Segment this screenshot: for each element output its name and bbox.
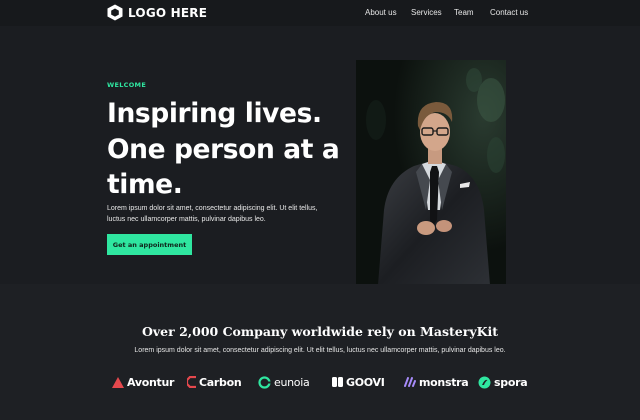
nav-link-team[interactable]: Team — [454, 8, 474, 17]
brand-name: eunoia — [274, 375, 310, 389]
appointment-button[interactable]: Get an appointment — [107, 234, 192, 255]
hero-subtext: Lorem ipsum dolor sit amet, consectetur … — [107, 205, 318, 223]
spora-logo-icon — [478, 376, 491, 388]
hero-portrait-image — [356, 60, 506, 285]
brand-name: spora — [494, 375, 528, 389]
avontur-logo-icon — [112, 376, 124, 388]
nav-link-about[interactable]: About us — [365, 8, 397, 17]
top-navbar: LOGO HERE About us Services Team Contact… — [0, 0, 640, 26]
brand-carbon: Carbon — [187, 372, 242, 392]
brand-name: Carbon — [199, 375, 242, 389]
brand-spora: spora — [478, 372, 528, 392]
portrait-illustration — [356, 60, 506, 285]
brand-eunoia: eunoia — [258, 372, 310, 392]
monstra-logo-icon — [404, 377, 416, 387]
nav-links: About us Services Team Contact us — [0, 8, 640, 20]
brand-name: Avontur — [127, 375, 175, 389]
brand-name: GOOVI — [346, 375, 385, 389]
trust-title: Over 2,000 Company worldwide rely on Mas… — [142, 324, 498, 339]
hero-headline: Inspiring lives. One person at a time. — [107, 98, 340, 200]
trust-subtext: Lorem ipsum dolor sit amet, consectetur … — [134, 347, 506, 354]
eunoia-logo-icon — [258, 375, 271, 389]
carbon-logo-icon — [187, 376, 196, 388]
brand-monstra: monstra — [404, 372, 469, 392]
brand-goovi: GOOVI — [332, 372, 385, 392]
nav-link-contact[interactable]: Contact us — [490, 8, 528, 17]
brand-avontur: Avontur — [112, 372, 174, 392]
brand-logos-row: Avontur Carbon eunoia GOOVI monstra spor… — [0, 372, 640, 392]
nav-link-services[interactable]: Services — [411, 8, 442, 17]
brand-name: monstra — [419, 375, 469, 389]
goovi-logo-icon — [332, 377, 343, 387]
hero-eyebrow: WELCOME — [107, 81, 147, 89]
